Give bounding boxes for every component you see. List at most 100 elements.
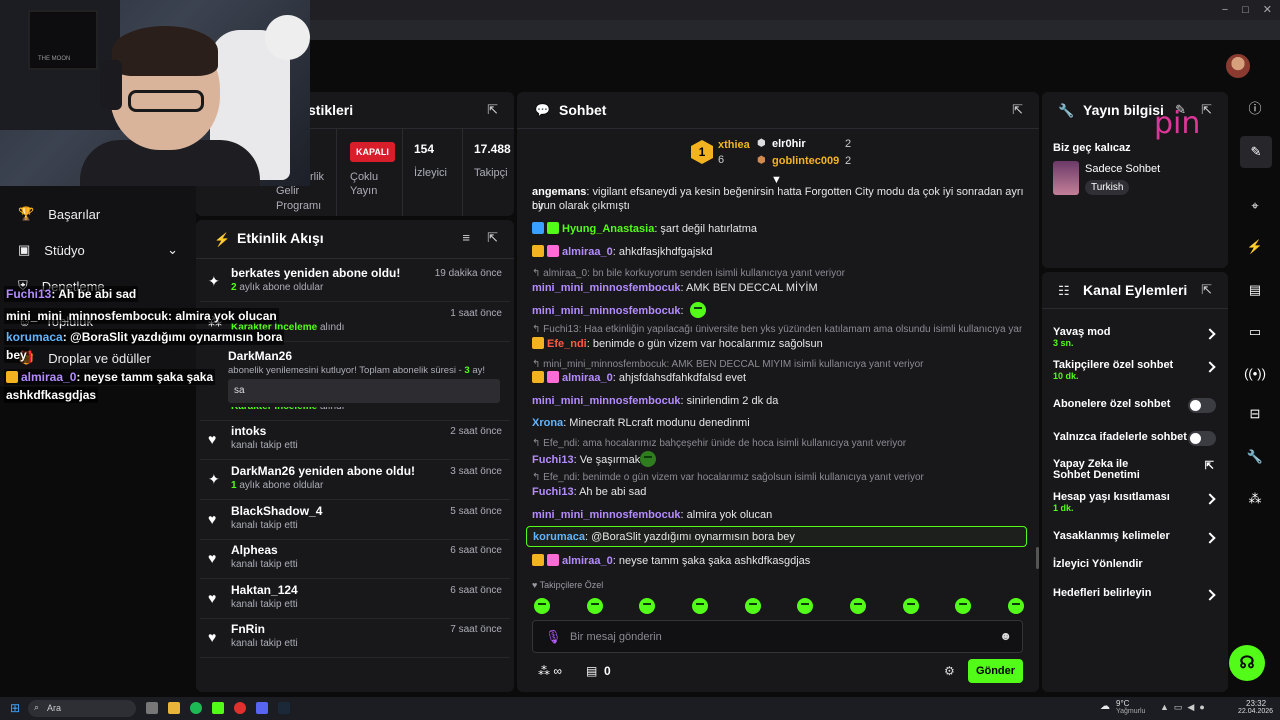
activity-row[interactable]: ♥ FnRin kanalı takip etti 7 saat önce [200,618,510,659]
chat-username[interactable]: mini_mini_minnosfembocuk [532,282,681,294]
activity-row[interactable]: ✦ DarkMan26 yeniden abone oldu! 1 aylık ab… [200,460,510,500]
popout-icon[interactable]: ⇱ [487,102,498,118]
chat-message[interactable]: Hyung_Anastasia: şart değil hatırlatma [532,222,1026,236]
channel-action-row[interactable]: İzleyici Yönlendir [1053,558,1218,570]
chat-icon[interactable]: ▭ [1244,321,1266,343]
wrench-icon[interactable]: 🔧 [1244,446,1266,468]
chat-username[interactable]: mini_mini_minnosfembocuk [532,395,681,407]
leader-name[interactable]: elr0hir [772,138,806,150]
info-icon[interactable]: ⓘ [1244,98,1266,120]
support-headset-button[interactable]: ☊ [1229,645,1265,681]
emote[interactable] [586,598,603,614]
layout-icon[interactable]: ⊟ [1244,403,1266,425]
chat-message-highlighted[interactable]: korumaca: @BoraSlit yazdığımı oynarmısın… [526,526,1027,547]
chat-username[interactable]: mini_mini_minnosfembocuk [532,509,681,521]
chat-message[interactable]: Efe_ndi: benimde o gün vizem var hocalar… [532,337,1026,351]
channel-action-row[interactable]: Yapay Zeka ile Sohbet Denetimi ⇱ [1053,459,1218,481]
toggle-switch[interactable] [1188,431,1216,446]
chat-message[interactable]: Fuchi13: Ve şaşırmak [532,451,1026,467]
channel-action-row[interactable]: Hesap yaşı kısıtlaması 1 dk. [1053,491,1218,513]
category-thumbnail[interactable] [1053,161,1079,195]
system-tray-icons[interactable]: ▲▭◀● [1160,702,1210,713]
maximize-button[interactable]: □ [1242,4,1249,16]
chat-username[interactable]: almiraa_0 [562,555,613,567]
activity-row[interactable]: ♥ intoks kanalı takip etti 2 saat önce [200,420,510,461]
chat-username[interactable]: Hyung_Anastasia [562,223,654,235]
user-avatar[interactable] [1226,54,1250,78]
opera-icon[interactable] [234,702,246,714]
emote[interactable] [744,598,761,614]
chat-username[interactable]: Efe_ndi [547,338,587,350]
discord-icon[interactable] [256,702,268,714]
chat-message[interactable]: mini_mini_minnosfembocuk: [532,302,1026,318]
windows-start-icon[interactable]: ⊞ [10,701,20,715]
browser-url-bar[interactable]: ⌕ ☆ ⊕ ⊞ Al [300,20,1280,55]
chat-username[interactable]: almiraa_0 [562,246,613,258]
emote[interactable] [849,598,866,614]
leader-name[interactable]: goblintec009 [772,155,839,167]
channel-action-row[interactable]: Abonelere özel sohbet [1053,398,1218,413]
activity-row[interactable]: ✦ berkates yeniden abone oldu! 2 aylık abo… [200,262,510,302]
chat-username[interactable]: korumaca [533,531,585,543]
lightning-icon[interactable]: ⚡ [1244,236,1266,258]
channel-action-row[interactable]: Yalnızca ifadelerle sohbet [1053,431,1218,446]
store-icon[interactable]: ▤ [586,664,597,678]
chat-message[interactable]: almiraa_0: neyse tamm şaka şaka ashkdfka… [532,554,1026,568]
activity-row[interactable]: ♥ Haktan_124 kanalı takip etti 6 saat önce [200,579,510,619]
category-name[interactable]: Sadece Sohbet [1085,163,1160,175]
edit-tool-active[interactable]: ✎ [1240,136,1272,168]
chat-scrollbar[interactable] [1036,547,1039,569]
taskview-icon[interactable] [146,702,158,714]
emote[interactable] [691,598,708,614]
chat-message[interactable]: Fuchi13: Ah be abi sad [532,485,1026,499]
chat-username[interactable]: Fuchi13 [532,486,574,498]
taskbar-search[interactable]: ⌕ Ara [28,700,136,717]
popout-icon[interactable]: ⇱ [1012,102,1023,118]
channel-points-icon[interactable]: ⁂ ∞ [538,664,562,678]
activity-row[interactable]: ♥ BlackShadow_4 kanalı takip etti 5 saat ön… [200,500,510,540]
nav-drops[interactable]: 🎁 Droplar ve ödüller [18,350,151,366]
emote[interactable] [639,598,656,614]
send-button[interactable]: Gönder [968,659,1023,683]
document-icon[interactable]: ▤ [1244,279,1266,301]
minimize-button[interactable]: − [1222,4,1228,16]
focus-icon[interactable]: ⌖ [1244,195,1266,217]
popout-icon[interactable]: ⇱ [1201,282,1212,298]
popout-icon[interactable]: ⇱ [1201,102,1212,118]
chat-message[interactable]: mini_mini_minnosfembocuk: AMK BEN DECCAL… [532,281,1026,295]
folder-icon[interactable] [168,702,180,714]
channel-action-row[interactable]: Yasaklanmış kelimeler [1053,530,1218,544]
channel-action-row[interactable]: Hedefleri belirleyin [1053,587,1218,601]
chat-message[interactable]: mini_mini_minnosfembocuk: almira yok olu… [532,508,1026,522]
chat-input[interactable]: 🎙 Bir mesaj gönderin ☻ [532,620,1023,653]
channel-action-row[interactable]: Takipçilere özel sohbet 10 dk. [1053,359,1218,381]
steam-icon[interactable] [278,702,290,714]
activity-row[interactable]: ♥ Alpheas kanalı takip etti 6 saat önce [200,539,510,580]
close-button[interactable]: ✕ [1263,3,1272,16]
chat-username[interactable]: angemans [532,186,586,198]
emote[interactable] [902,598,919,614]
spotify-icon[interactable] [190,702,202,714]
emote[interactable] [955,598,972,614]
broadcast-icon[interactable]: ((•)) [1244,363,1266,385]
chat-username[interactable]: almiraa_0 [562,372,613,384]
community-icon[interactable]: ⁂ [1244,488,1266,510]
chat-username[interactable]: Xrona [532,417,563,429]
chat-username[interactable]: Fuchi13 [532,454,574,466]
emote[interactable] [1007,598,1024,614]
toggle-switch[interactable] [1188,398,1216,413]
nav-studio[interactable]: ▣ Stüdyo ⌄ [18,242,178,258]
chat-message[interactable]: almiraa_0: ahjsfdahsdfahkdfalsd evet [532,371,1026,385]
leader-name[interactable]: xthiea [718,139,750,151]
emoji-icon[interactable]: ☻ [999,629,1012,643]
channel-action-row[interactable]: Yavaş mod 3 sn. [1053,326,1218,348]
chat-message[interactable]: almiraa_0: ahkdfasjkhdfgajskd [532,245,1026,259]
kick-icon[interactable] [212,702,224,714]
activity-expanded-row[interactable]: DarkMan26 abonelik yenilemesini kutluyor… [200,345,510,407]
filter-icon[interactable]: ≡ [462,230,470,245]
language-tag[interactable]: Turkish [1085,180,1130,195]
chat-message[interactable]: mini_mini_minnosfembocuk: sinirlendim 2 … [532,394,1026,408]
popout-icon[interactable]: ⇱ [487,230,498,246]
settings-gear-icon[interactable]: ⚙ [944,664,955,678]
microphone-icon[interactable]: 🎙 [545,629,562,645]
